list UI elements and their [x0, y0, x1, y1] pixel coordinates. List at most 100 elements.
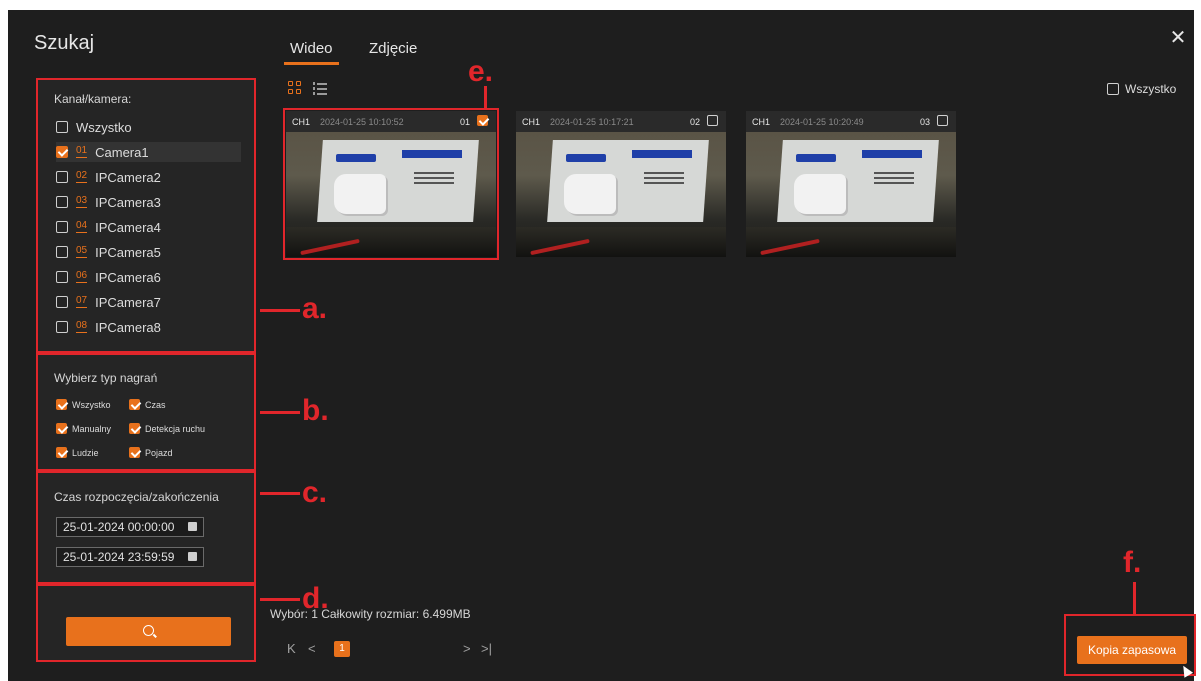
record-type-label: Manualny	[72, 423, 112, 434]
checkbox-icon[interactable]	[707, 115, 718, 126]
checkbox-icon[interactable]	[129, 399, 140, 410]
checkbox-icon[interactable]	[56, 196, 68, 208]
last-page-button[interactable]: >|	[481, 641, 492, 656]
thumbnail-channel: CH1	[522, 116, 541, 127]
annotation-c: c.	[302, 476, 328, 509]
channel-item[interactable]: 03 IPCamera3	[56, 192, 241, 212]
thumbnail-image	[516, 132, 726, 257]
annotation-line	[1133, 582, 1136, 616]
record-type-item[interactable]: Czas	[129, 399, 166, 410]
channel-number: 01	[76, 145, 88, 158]
record-type-label: Wszystko	[72, 399, 111, 410]
record-type-label: Pojazd	[145, 447, 173, 458]
channel-item[interactable]: 05 IPCamera5	[56, 242, 241, 262]
channel-panel: Kanał/kamera: Wszystko 01 Camera1 02 IPCame…	[36, 78, 256, 353]
thumbnail-header: CH1 2024-01-25 10:17:21 02	[516, 111, 726, 132]
thumbnail-index: 03	[919, 116, 930, 127]
channel-name: IPCamera4	[95, 219, 161, 235]
checkbox-icon[interactable]	[56, 221, 68, 233]
channel-name: IPCamera3	[95, 194, 161, 210]
record-type-item[interactable]: Manualny	[56, 423, 111, 434]
time-range-label: Czas rozpoczęcia/zakończenia	[54, 490, 219, 504]
checkbox-icon[interactable]	[56, 246, 68, 258]
checkbox-icon[interactable]	[56, 146, 68, 158]
tab-photo[interactable]: Zdjęcie	[369, 40, 417, 57]
channel-item[interactable]: 08 IPCamera8	[56, 317, 241, 337]
checkbox-icon[interactable]	[56, 271, 68, 283]
record-type-item[interactable]: Wszystko	[56, 399, 111, 410]
checkbox-icon[interactable]	[56, 296, 68, 308]
annotation-line	[260, 598, 300, 601]
calendar-icon[interactable]	[188, 522, 197, 531]
time-range-panel: Czas rozpoczęcia/zakończenia 25-01-2024 …	[36, 471, 256, 584]
checkbox-icon[interactable]	[129, 423, 140, 434]
list-view-icon[interactable]	[313, 81, 327, 95]
channel-number: 07	[76, 295, 88, 308]
record-type-label: Detekcja ruchu	[145, 423, 206, 434]
calendar-icon[interactable]	[188, 552, 197, 561]
channel-number: 04	[76, 220, 88, 233]
channel-item[interactable]: 07 IPCamera7	[56, 292, 241, 312]
checkbox-icon[interactable]	[56, 447, 67, 458]
record-type-item[interactable]: Ludzie	[56, 447, 99, 458]
checkbox-icon[interactable]	[937, 115, 948, 126]
tab-video[interactable]: Wideo	[284, 40, 339, 65]
next-page-button[interactable]: >	[463, 641, 471, 656]
channel-item[interactable]: 04 IPCamera4	[56, 217, 241, 237]
channel-number: 08	[76, 320, 88, 333]
checkbox-icon[interactable]	[477, 115, 488, 126]
checkbox-icon[interactable]	[56, 321, 68, 333]
channel-number: 06	[76, 270, 88, 283]
record-type-item[interactable]: Detekcja ruchu	[129, 423, 205, 434]
thumbnail-index: 02	[689, 116, 700, 127]
annotation-line	[260, 492, 300, 495]
prev-page-button[interactable]: <	[308, 641, 316, 656]
checkbox-icon[interactable]	[56, 423, 67, 434]
current-page[interactable]: 1	[334, 641, 350, 657]
video-thumbnail[interactable]: CH1 2024-01-25 10:10:52 01	[283, 108, 499, 260]
record-type-item[interactable]: Pojazd	[129, 447, 173, 458]
thumbnail-timestamp: 2024-01-25 10:20:49	[780, 116, 864, 127]
checkbox-icon[interactable]	[1107, 83, 1119, 95]
grid-view-icon[interactable]	[288, 81, 302, 95]
thumbnail-image	[746, 132, 956, 257]
search-panel	[36, 584, 256, 662]
thumbnail-timestamp: 2024-01-25 10:10:52	[320, 116, 404, 127]
channel-name: IPCamera7	[95, 294, 161, 310]
channel-name: Camera1	[95, 144, 149, 160]
page-title: Szukaj	[34, 32, 95, 54]
start-date-value: 25-01-2024 00:00:00	[63, 520, 175, 534]
channel-item[interactable]: 01 Camera1	[56, 142, 241, 162]
end-date-field[interactable]: 25-01-2024 23:59:59	[56, 547, 204, 567]
end-date-value: 25-01-2024 23:59:59	[63, 550, 175, 564]
thumbnail-channel: CH1	[752, 116, 771, 127]
close-icon[interactable]: ✕	[1168, 28, 1188, 48]
backup-button[interactable]: Kopia zapasowa	[1077, 636, 1187, 664]
thumbnail-header: CH1 2024-01-25 10:10:52 01	[286, 111, 496, 132]
annotation-line	[260, 309, 300, 312]
annotation-line	[260, 411, 300, 414]
thumbnail-index: 01	[459, 116, 470, 127]
checkbox-icon[interactable]	[129, 447, 140, 458]
checkbox-icon[interactable]	[56, 399, 67, 410]
channel-all[interactable]: Wszystko	[56, 117, 241, 137]
channel-name: IPCamera5	[95, 244, 161, 260]
thumbnail-channel: CH1	[292, 116, 311, 127]
channel-item[interactable]: 02 IPCamera2	[56, 167, 241, 187]
checkbox-icon[interactable]	[56, 121, 68, 133]
record-type-panel: Wybierz typ nagrań Wszystko Czas Manualny D…	[36, 353, 256, 471]
first-page-button[interactable]: K	[287, 641, 296, 656]
select-all-thumbnails[interactable]: Wszystko	[1107, 82, 1176, 96]
select-all-label: Wszystko	[1125, 82, 1177, 96]
checkbox-icon[interactable]	[56, 171, 68, 183]
selection-status: Wybór: 1 Całkowity rozmiar: 6.499MB	[270, 607, 471, 621]
channel-item[interactable]: 06 IPCamera6	[56, 267, 241, 287]
channel-number: 03	[76, 195, 88, 208]
channel-name: IPCamera6	[95, 269, 161, 285]
record-type-label: Ludzie	[72, 447, 99, 458]
video-thumbnail[interactable]: CH1 2024-01-25 10:20:49 03	[746, 111, 956, 257]
start-date-field[interactable]: 25-01-2024 00:00:00	[56, 517, 204, 537]
search-button[interactable]	[66, 617, 231, 646]
video-thumbnail[interactable]: CH1 2024-01-25 10:17:21 02	[516, 111, 726, 257]
thumbnail-header: CH1 2024-01-25 10:20:49 03	[746, 111, 956, 132]
